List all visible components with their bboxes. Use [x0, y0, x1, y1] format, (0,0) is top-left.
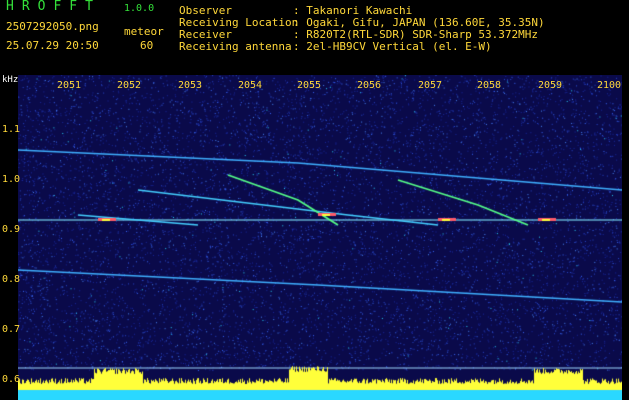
meteor-count: 60: [140, 39, 154, 52]
y-tick-label: 0.6: [2, 374, 21, 385]
x-tick-label: 2054: [238, 80, 263, 91]
y-tick-label: 0.8: [2, 274, 21, 285]
y-tick-label: 1.0: [2, 174, 21, 185]
antenna-label: Receiving antenna: [179, 40, 292, 53]
y-tick-label: 1.1: [2, 124, 21, 135]
x-tick-label: 2056: [357, 80, 382, 91]
app-version: 1.0.0: [124, 3, 155, 14]
spectrogram-plot: [18, 75, 622, 400]
frequency-unit-label: kHz: [2, 75, 19, 85]
x-tick-label: 2052: [117, 80, 142, 91]
image-datetime: 25.07.29 20:50: [6, 39, 99, 52]
antenna-value: : 2el-HB9CV Vertical (el. E-W): [293, 40, 492, 53]
x-tick-label: 2059: [538, 80, 563, 91]
y-tick-label: 0.9: [2, 224, 21, 235]
x-tick-label: 2058: [477, 80, 502, 91]
image-filename: 2507292050.png: [6, 20, 99, 33]
x-tick-label: 2100: [597, 80, 622, 91]
x-tick-label: 2057: [418, 80, 443, 91]
x-tick-label: 2055: [297, 80, 322, 91]
app-name: HROFFT: [6, 0, 101, 14]
meteor-label: meteor: [124, 25, 164, 38]
x-tick-label: 2051: [57, 80, 82, 91]
header-panel: HROFFT 1.0.0 2507292050.png meteor 25.07…: [0, 0, 629, 70]
x-tick-label: 2053: [178, 80, 203, 91]
y-tick-label: 0.7: [2, 324, 21, 335]
